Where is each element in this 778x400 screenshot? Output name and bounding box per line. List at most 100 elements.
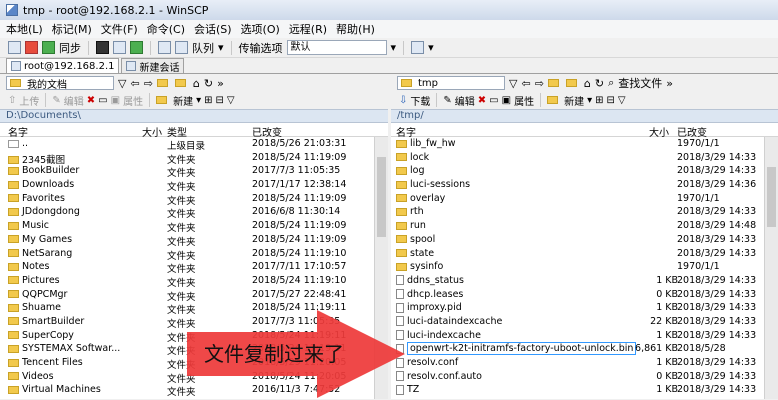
sync-icon[interactable] [42,41,55,54]
plus-icon[interactable]: ⊞ [204,95,212,106]
file-row[interactable]: TZ 1 KB 2018/3/29 14:33 [391,383,778,397]
queue-icon[interactable] [175,41,188,54]
root-folder-icon[interactable] [565,79,577,87]
file-row[interactable]: Downloads 文件夹 2017/1/17 12:38:14 [0,178,388,193]
file-row[interactable]: BookBuilder 文件夹 2017/7/3 11:05:35 [0,164,388,179]
new-folder-icon[interactable] [547,96,559,104]
remote-folder-select[interactable]: tmp [397,76,505,90]
parent-folder-icon[interactable] [156,79,168,87]
forward-icon[interactable]: ⇨ [535,77,544,90]
tab-session[interactable]: root@192.168.2.1 [6,58,120,73]
filter-icon[interactable]: ▽ [509,77,517,90]
menu-mark[interactable]: 标记(M) [52,21,92,37]
properties-icon[interactable]: ▣ [111,95,120,106]
file-row[interactable]: Pictures 文件夹 2018/5/24 11:19:10 [0,274,388,289]
new-button[interactable]: 新建 [564,93,584,108]
search-icon[interactable]: ⌕ [608,76,614,90]
file-row[interactable]: luci-sessions 2018/3/29 14:36 [391,178,778,192]
local-folder-select[interactable]: 我的文档 [6,76,114,91]
minus-icon[interactable]: ⊟ [216,95,224,106]
home-icon[interactable]: ⌂ [584,77,591,90]
file-row[interactable]: JDdongdong 文件夹 2016/6/8 11:30:14 [0,205,388,220]
plus-icon[interactable]: ⊞ [595,95,603,106]
new-window-icon[interactable] [8,41,21,54]
chevron-down-icon[interactable]: ▾ [428,41,434,54]
file-row[interactable]: dhcp.leases 0 KB 2018/3/29 14:33 [391,288,778,302]
file-row[interactable]: lock 2018/3/29 14:33 [391,151,778,165]
menu-file[interactable]: 文件(F) [101,21,138,37]
file-row[interactable]: Music 文件夹 2018/5/24 11:19:09 [0,219,388,234]
file-row[interactable]: resolv.conf 1 KB 2018/3/29 14:33 [391,356,778,370]
refresh-icon[interactable]: ↻ [595,77,604,90]
filter-icon[interactable]: ▽ [227,95,235,106]
scrollbar-thumb[interactable] [767,167,776,227]
download-icon[interactable]: ⇩ [399,95,407,106]
properties-button[interactable]: 属性 [123,93,143,108]
upload-button[interactable]: 上传 [19,93,39,108]
rename-icon[interactable]: ▭ [98,95,107,106]
find-files-button[interactable]: 查找文件 [618,75,662,91]
menu-options[interactable]: 选项(O) [241,21,280,37]
chevron-down-icon[interactable]: ▾ [391,41,397,54]
download-button[interactable]: 下载 [410,93,430,108]
transfer-icon[interactable] [113,41,126,54]
remote-scrollbar[interactable] [764,137,778,399]
menu-session[interactable]: 会话(S) [194,21,232,37]
scrollbar-thumb[interactable] [377,157,386,237]
file-row[interactable]: openwrt-k2t-initramfs-factory-uboot-unlo… [391,342,778,356]
back-icon[interactable]: ⇦ [521,77,530,90]
menu-remote[interactable]: 远程(R) [289,21,327,37]
new-button[interactable]: 新建 [173,93,193,108]
file-row[interactable]: luci-dataindexcache 22 KB 2018/3/29 14:33 [391,315,778,329]
refresh-icon[interactable]: ↻ [204,77,213,90]
tab-new-session[interactable]: 新建会话 [121,58,185,74]
file-row[interactable]: improxy.pid 1 KB 2018/3/29 14:33 [391,301,778,315]
minus-icon[interactable]: ⊟ [607,95,615,106]
chevron-down-icon[interactable]: ▾ [587,95,592,106]
file-row[interactable]: Notes 文件夹 2017/7/11 17:10:57 [0,260,388,275]
edit-icon[interactable]: ✎ [52,95,60,106]
chevron-down-icon[interactable]: ▾ [196,95,201,106]
queue-button[interactable]: 队列 [192,40,214,56]
sync-button[interactable]: 同步 [59,40,81,56]
explorer-icon[interactable] [130,41,143,54]
file-row[interactable]: .. 上级目录 2018/5/26 21:03:31 [0,137,388,152]
compare-icon[interactable] [25,41,38,54]
upload-icon[interactable]: ⇧ [8,95,16,106]
file-row[interactable]: sysinfo 1970/1/1 [391,260,778,274]
terminal-icon[interactable] [96,41,109,54]
chevron-down-icon[interactable]: ▾ [218,41,224,54]
transfer-settings-select[interactable]: 默认 [286,40,387,55]
file-row[interactable]: 2345截图 文件夹 2018/5/24 11:19:09 [0,151,388,166]
edit-button[interactable]: 编辑 [64,93,84,108]
file-row[interactable]: luci-indexcache 1 KB 2018/3/29 14:33 [391,329,778,343]
delete-icon[interactable]: ✖ [478,95,486,106]
menu-local[interactable]: 本地(L) [6,21,43,37]
menu-command[interactable]: 命令(C) [147,21,185,37]
menu-help[interactable]: 帮助(H) [336,21,375,37]
home-icon[interactable]: ⌂ [193,77,200,90]
parent-folder-icon[interactable] [547,79,559,87]
new-folder-icon[interactable] [156,96,168,104]
file-row[interactable]: ddns_status 1 KB 2018/3/29 14:33 [391,274,778,288]
delete-icon[interactable]: ✖ [87,95,95,106]
more-icon[interactable]: » [217,77,224,90]
root-folder-icon[interactable] [174,79,186,87]
file-row[interactable]: My Games 文件夹 2018/5/24 11:19:09 [0,233,388,248]
filter-icon[interactable]: ▽ [118,77,126,90]
file-row[interactable]: state 2018/3/29 14:33 [391,247,778,261]
rename-icon[interactable]: ▭ [489,95,498,106]
file-row[interactable]: QQPCMgr 文件夹 2017/5/27 22:48:41 [0,288,388,303]
file-row[interactable]: lib_fw_hw 1970/1/1 [391,137,778,151]
file-row[interactable]: run 2018/3/29 14:48 [391,219,778,233]
file-row[interactable]: log 2018/3/29 14:33 [391,164,778,178]
file-row[interactable]: rth 2018/3/29 14:33 [391,205,778,219]
forward-icon[interactable]: ⇨ [144,77,153,90]
file-row[interactable]: Favorites 文件夹 2018/5/24 11:19:09 [0,192,388,207]
filter-icon[interactable]: ▽ [618,95,626,106]
more-icon[interactable]: » [666,77,673,90]
file-row[interactable]: spool 2018/3/29 14:33 [391,233,778,247]
properties-icon[interactable]: ▣ [502,95,511,106]
file-row[interactable]: NetSarang 文件夹 2018/5/24 11:19:10 [0,247,388,262]
file-row[interactable]: overlay 1970/1/1 [391,192,778,206]
